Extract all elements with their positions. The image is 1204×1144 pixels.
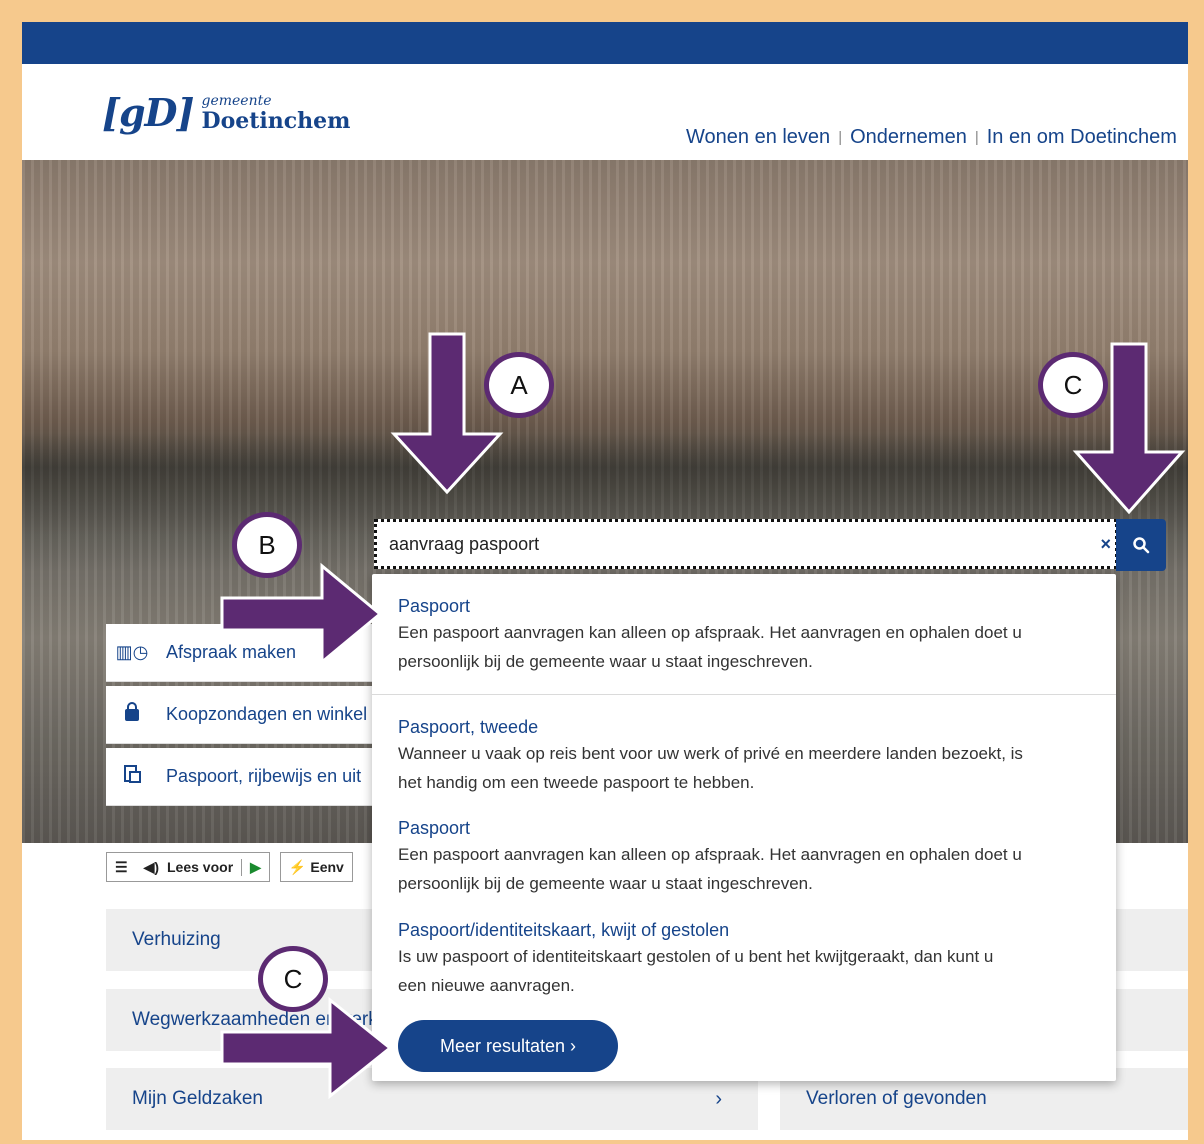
suggestion-desc: persoonlijk bij de gemeente waar u staat… — [398, 874, 813, 893]
nav-item-ondernemen[interactable]: Ondernemen — [850, 126, 967, 150]
eenvoudig-button[interactable]: ⚡ Eenv — [279, 852, 353, 882]
calendar-clock-icon: ▥◷ — [115, 642, 149, 662]
suggestion-item[interactable]: Paspoort Een paspoort aanvragen kan alle… — [398, 816, 1098, 898]
suggestion-title: Paspoort, tweede — [398, 717, 539, 737]
page-frame: [gD] gemeente Doetinchem Wonen en leven … — [22, 22, 1188, 1140]
main-nav: Wonen en leven | Ondernemen | In en om D… — [686, 126, 1177, 150]
annotation-arrow-c-bottom — [220, 996, 393, 1100]
suggestion-title: Paspoort/identiteitskaart, kwijt of gest… — [398, 920, 730, 940]
more-results-button[interactable]: Meer resultaten › — [398, 1020, 618, 1072]
suggestion-desc: Een paspoort aanvragen kan alleen op afs… — [398, 845, 1022, 864]
top-bar — [22, 22, 1188, 64]
speaker-icon: ◀) — [143, 858, 159, 875]
tile-label: Verloren of gevonden — [806, 1088, 987, 1109]
annotation-arrow-a — [390, 332, 504, 495]
search-value: aanvraag paspoort — [389, 533, 540, 554]
suggestion-desc: persoonlijk bij de gemeente waar u staat… — [398, 652, 813, 671]
tile-right-edge — [1116, 909, 1188, 971]
tile-right-edge — [1116, 989, 1188, 1051]
search-button[interactable] — [1116, 519, 1166, 571]
suggestion-desc: Een paspoort aanvragen kan alleen op afs… — [398, 623, 1022, 642]
annotation-arrow-b — [220, 562, 383, 666]
logo-mark: [gD] — [102, 90, 194, 135]
lees-voor-label[interactable]: Lees voor — [167, 859, 241, 875]
shopping-bag-icon — [112, 702, 152, 727]
logo-line2: Doetinchem — [201, 107, 351, 134]
suggestion-desc: Wanneer u vaak op reis bent voor uw werk… — [398, 744, 1023, 763]
logo-text: gemeente Doetinchem — [201, 94, 350, 132]
suggestion-desc: Is uw paspoort of identiteitskaart gesto… — [398, 947, 994, 966]
nav-item-in-en-om[interactable]: In en om Doetinchem — [987, 126, 1177, 150]
search-icon — [1133, 537, 1150, 554]
tile-verhuizing[interactable]: Verhuizing — [106, 909, 406, 971]
suggestion-item[interactable]: Paspoort, tweede Wanneer u vaak op reis … — [398, 715, 1098, 797]
eenvoudig-label: Eenv — [310, 859, 344, 875]
tile-label: Verhuizing — [132, 929, 221, 950]
menu-icon[interactable]: ☰ — [107, 859, 136, 876]
annotation-badge-c-top: C — [1038, 352, 1108, 418]
logo-line1: gemeente — [201, 92, 272, 109]
site-header: [gD] gemeente Doetinchem Wonen en leven … — [22, 64, 1188, 160]
suggestion-title: Paspoort — [398, 818, 471, 838]
quick-link-label: Paspoort, rijbewijs en uit — [166, 766, 362, 786]
site-logo[interactable]: [gD] gemeente Doetinchem — [102, 90, 350, 135]
suggestion-desc: een nieuwe aanvragen. — [398, 976, 575, 995]
annotation-badge-b: B — [232, 512, 302, 578]
suggestion-title: Paspoort — [398, 596, 471, 616]
search-suggestions: Paspoort Een paspoort aanvragen kan alle… — [372, 574, 1116, 1081]
suggestion-desc: het handig om een tweede paspoort te heb… — [398, 773, 755, 792]
annotation-badge-c-bottom: C — [258, 946, 328, 1012]
suggestion-item[interactable]: Paspoort Een paspoort aanvragen kan alle… — [398, 594, 1098, 676]
chevron-right-icon: › — [715, 1087, 722, 1110]
quick-link-koopzondagen[interactable]: Koopzondagen en winkel — [106, 686, 386, 744]
nav-item-wonen[interactable]: Wonen en leven — [686, 126, 830, 150]
search-input[interactable]: aanvraag paspoort × — [374, 519, 1118, 569]
readspeaker-bar: ☰ ◀) Lees voor ▶ ⚡ Eenv — [106, 852, 353, 882]
annotation-badge-a: A — [484, 352, 554, 418]
nav-separator: | — [974, 129, 979, 146]
quick-link-label: Koopzondagen en winkel — [166, 704, 368, 724]
lightning-icon: ⚡ — [288, 858, 307, 875]
readspeaker-controls: ☰ ◀) Lees voor ▶ — [106, 852, 270, 882]
play-icon[interactable]: ▶ — [241, 858, 269, 876]
clear-icon[interactable]: × — [1100, 534, 1111, 555]
nav-separator: | — [838, 129, 843, 146]
id-documents-icon — [112, 764, 152, 789]
quick-link-paspoort[interactable]: Paspoort, rijbewijs en uit — [106, 748, 386, 806]
divider — [372, 694, 1116, 695]
suggestion-item[interactable]: Paspoort/identiteitskaart, kwijt of gest… — [398, 918, 1098, 1000]
